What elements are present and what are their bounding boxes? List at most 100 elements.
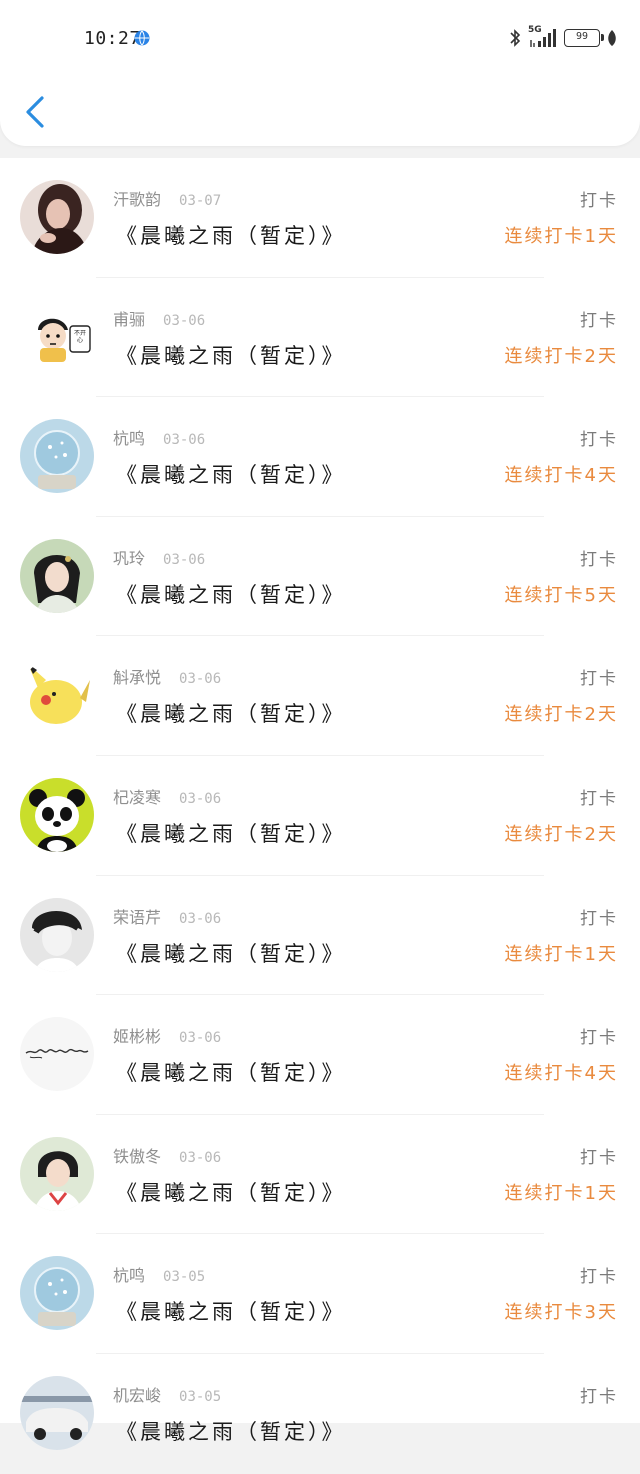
checkin-type: 打卡 <box>580 908 618 929</box>
list-item[interactable]: 机宏峻 03-05 《晨曦之雨（暂定）》 打卡 <box>0 1354 640 1474</box>
battery-level: 99 <box>575 31 589 42</box>
post-date: 03-06 <box>179 671 222 688</box>
post-date: 03-06 <box>163 432 206 449</box>
checkin-type: 打卡 <box>580 1267 618 1288</box>
list-item[interactable]: 荣语芹 03-06 《晨曦之雨（暂定）》 打卡 连续打卡1天 <box>0 876 640 996</box>
avatar[interactable] <box>20 1375 94 1450</box>
streak-label: 连续打卡2天 <box>504 704 618 726</box>
streak-label: 连续打卡1天 <box>504 943 618 965</box>
top-bar: 10:27 5G 99 <box>0 0 640 146</box>
avatar[interactable] <box>20 1136 94 1211</box>
avatar[interactable] <box>20 1017 94 1092</box>
post-date: 03-05 <box>179 1388 222 1405</box>
leaf-icon <box>608 30 616 46</box>
user-name: 甫骊 <box>113 309 146 329</box>
post-date: 03-05 <box>163 1269 206 1286</box>
checkin-type: 打卡 <box>580 788 618 809</box>
list-item[interactable]: 斛承悦 03-06 《晨曦之雨（暂定）》 打卡 连续打卡2天 <box>0 636 640 756</box>
checkin-type: 打卡 <box>580 1028 618 1049</box>
name-line: 甫骊 03-06 <box>113 306 205 330</box>
bluetooth-icon <box>510 29 521 47</box>
checkin-type: 打卡 <box>580 1386 618 1407</box>
user-name: 杭鸣 <box>113 1266 146 1286</box>
list-item[interactable]: 杭鸣 03-05 《晨曦之雨（暂定）》 打卡 连续打卡3天 <box>0 1234 640 1354</box>
name-line: 杞凌寒 03-06 <box>113 784 221 808</box>
avatar[interactable] <box>20 897 94 972</box>
name-line: 杭鸣 03-06 <box>113 425 205 449</box>
status-time: 10:27 <box>84 28 141 49</box>
checkin-type: 打卡 <box>580 549 618 570</box>
battery-icon: 99 <box>564 29 604 47</box>
avatar[interactable] <box>20 419 94 494</box>
work-title[interactable]: 《晨曦之雨（暂定）》 <box>116 938 346 968</box>
checkin-type: 打卡 <box>580 669 618 690</box>
name-line: 姬彬彬 03-06 <box>113 1023 221 1047</box>
avatar[interactable] <box>20 777 94 852</box>
streak-label: 连续打卡1天 <box>504 1182 618 1204</box>
name-line: 杭鸣 03-05 <box>113 1262 205 1286</box>
name-line: 荣语芹 03-06 <box>113 904 221 928</box>
name-line: 铁傲冬 03-06 <box>113 1143 221 1167</box>
checkin-type: 打卡 <box>580 191 618 211</box>
post-date: 03-06 <box>179 1149 222 1166</box>
user-name: 巩玲 <box>113 548 146 568</box>
user-name: 杭鸣 <box>113 429 146 449</box>
user-name: 机宏峻 <box>113 1385 162 1405</box>
checkin-list: 汗歌韵 03-07 《晨曦之雨（暂定）》 打卡 连续打卡1天 不开心 甫骊 03-0… <box>0 158 640 1450</box>
post-date: 03-06 <box>179 790 222 807</box>
name-line: 巩玲 03-06 <box>113 545 205 569</box>
avatar[interactable]: 不开心 <box>20 299 94 374</box>
list-item[interactable]: 不开心 甫骊 03-06 《晨曦之雨（暂定）》 打卡 连续打卡2天 <box>0 278 640 398</box>
post-date: 03-06 <box>163 551 206 568</box>
work-title[interactable]: 《晨曦之雨（暂定）》 <box>116 818 346 848</box>
avatar[interactable] <box>20 1256 94 1331</box>
streak-label: 连续打卡2天 <box>504 823 618 845</box>
status-icons: 5G 99 <box>508 25 618 50</box>
streak-label: 连续打卡1天 <box>504 226 618 247</box>
signal-icon: 5G <box>528 25 558 49</box>
streak-label: 连续打卡3天 <box>504 1302 618 1324</box>
streak-label: 连续打卡4天 <box>504 1063 618 1085</box>
name-line: 机宏峻 03-05 <box>113 1382 221 1406</box>
back-button[interactable] <box>20 92 52 132</box>
list-item[interactable]: 巩玲 03-06 《晨曦之雨（暂定）》 打卡 连续打卡5天 <box>0 517 640 637</box>
work-title[interactable]: 《晨曦之雨（暂定）》 <box>116 579 346 609</box>
post-date: 03-06 <box>163 312 206 329</box>
list-item[interactable]: 杞凌寒 03-06 《晨曦之雨（暂定）》 打卡 连续打卡2天 <box>0 756 640 876</box>
user-name: 杞凌寒 <box>113 787 162 807</box>
work-title[interactable]: 《晨曦之雨（暂定）》 <box>116 1057 346 1087</box>
user-name: 汗歌韵 <box>113 190 162 209</box>
work-title[interactable]: 《晨曦之雨（暂定）》 <box>116 1177 346 1207</box>
browser-globe-icon <box>134 30 150 46</box>
user-name: 姬彬彬 <box>113 1027 162 1047</box>
list-item[interactable]: 汗歌韵 03-07 《晨曦之雨（暂定）》 打卡 连续打卡1天 <box>0 158 640 278</box>
avatar[interactable] <box>20 180 94 254</box>
work-title[interactable]: 《晨曦之雨（暂定）》 <box>116 1416 346 1446</box>
work-title[interactable]: 《晨曦之雨（暂定）》 <box>116 220 346 250</box>
checkin-type: 打卡 <box>580 430 618 451</box>
user-name: 斛承悦 <box>113 668 162 688</box>
streak-label: 连续打卡2天 <box>504 345 618 367</box>
work-title[interactable]: 《晨曦之雨（暂定）》 <box>116 459 346 489</box>
post-date: 03-06 <box>179 910 222 927</box>
name-line: 汗歌韵 03-07 <box>113 186 221 210</box>
post-date: 03-07 <box>179 193 222 209</box>
user-name: 荣语芹 <box>113 907 162 927</box>
avatar[interactable] <box>20 658 94 733</box>
checkin-type: 打卡 <box>580 310 618 331</box>
checkin-type: 打卡 <box>580 1147 618 1168</box>
work-title[interactable]: 《晨曦之雨（暂定）》 <box>116 340 346 370</box>
work-title[interactable]: 《晨曦之雨（暂定）》 <box>116 1296 346 1326</box>
post-date: 03-06 <box>179 1030 222 1047</box>
avatar-sign-text: 不开心 <box>73 329 86 344</box>
list-item[interactable]: 铁傲冬 03-06 《晨曦之雨（暂定）》 打卡 连续打卡1天 <box>0 1115 640 1235</box>
list-item[interactable]: 姬彬彬 03-06 《晨曦之雨（暂定）》 打卡 连续打卡4天 <box>0 995 640 1115</box>
name-line: 斛承悦 03-06 <box>113 664 221 688</box>
user-name: 铁傲冬 <box>113 1146 162 1166</box>
work-title[interactable]: 《晨曦之雨（暂定）》 <box>116 698 346 728</box>
chevron-left-icon <box>26 96 44 128</box>
streak-label: 连续打卡4天 <box>504 465 618 487</box>
avatar[interactable] <box>20 538 94 613</box>
streak-label: 连续打卡5天 <box>504 584 618 606</box>
list-item[interactable]: 杭鸣 03-06 《晨曦之雨（暂定）》 打卡 连续打卡4天 <box>0 397 640 517</box>
